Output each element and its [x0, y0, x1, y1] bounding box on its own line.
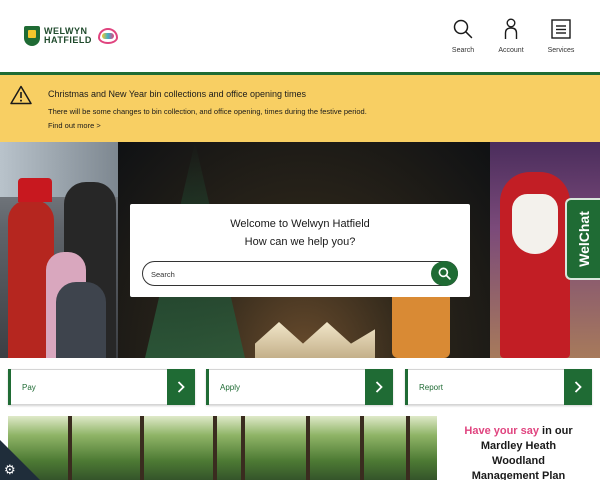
- gear-icon: ⚙: [4, 462, 16, 477]
- nav-services[interactable]: Services: [541, 18, 581, 54]
- quick-link-report[interactable]: Report: [405, 369, 592, 405]
- elf-hat-photo: [18, 178, 52, 202]
- site-header: WELWYN HATFIELD Search Account Services: [0, 0, 600, 73]
- nav-search[interactable]: Search: [443, 18, 483, 54]
- search-icon: [452, 18, 474, 40]
- account-icon: [500, 18, 522, 40]
- nav-account-label: Account: [498, 47, 524, 54]
- search-box: [142, 261, 458, 286]
- consultation-promo[interactable]: Have your say in our Mardley Heath Woodl…: [445, 416, 592, 480]
- search-icon: [438, 267, 451, 280]
- chevron-right-icon: [167, 369, 195, 405]
- alert-banner: Christmas and New Year bin collections a…: [0, 75, 600, 142]
- services-icon: [550, 18, 572, 40]
- page: WELWYN HATFIELD Search Account Services: [0, 0, 600, 480]
- heart-icon: [97, 28, 118, 44]
- promo-line1: Have your say in our: [445, 424, 592, 439]
- promo-highlight: Have your say: [464, 425, 539, 437]
- alert-title: Christmas and New Year bin collections a…: [48, 89, 306, 99]
- promo-line2: Mardley Heath: [480, 440, 557, 452]
- logo-text: WELWYN HATFIELD: [44, 27, 92, 45]
- shield-icon: [24, 26, 40, 46]
- nav-search-label: Search: [451, 47, 475, 54]
- santa-beard-photo: [512, 194, 558, 254]
- warning-icon: [10, 85, 32, 105]
- quick-link-pay-label: Pay: [22, 383, 36, 392]
- search-submit-button[interactable]: [431, 261, 458, 286]
- promo-line3: Woodland: [492, 455, 545, 467]
- search-input[interactable]: [151, 267, 421, 281]
- welcome-search-panel: Welcome to Welwyn Hatfield How can we he…: [130, 204, 470, 297]
- welcome-subheading: How can we help you?: [244, 236, 356, 248]
- welchat-label: WelChat: [575, 211, 592, 267]
- nav-services-label: Services: [547, 47, 575, 54]
- promo-line1-rest: in our: [539, 425, 573, 437]
- quick-link-report-label: Report: [419, 383, 444, 392]
- quick-link-apply[interactable]: Apply: [206, 369, 393, 405]
- promo-line4: Management Plan: [471, 470, 566, 480]
- chevron-right-icon: [564, 369, 592, 405]
- welcome-heading: Welcome to Welwyn Hatfield: [230, 218, 370, 230]
- alert-text: There will be some changes to bin collec…: [48, 107, 367, 116]
- alert-find-out-more-link[interactable]: Find out more >: [48, 121, 101, 130]
- woodland-photo[interactable]: [8, 416, 437, 480]
- welchat-button[interactable]: WelChat: [565, 198, 600, 280]
- chevron-right-icon: [365, 369, 393, 405]
- nav-account[interactable]: Account: [491, 18, 531, 54]
- site-logo[interactable]: WELWYN HATFIELD: [24, 26, 118, 46]
- boy-person-photo: [56, 282, 106, 358]
- logo-line2: HATFIELD: [44, 35, 92, 45]
- quick-link-pay[interactable]: Pay: [8, 369, 195, 405]
- quick-link-apply-label: Apply: [220, 383, 241, 392]
